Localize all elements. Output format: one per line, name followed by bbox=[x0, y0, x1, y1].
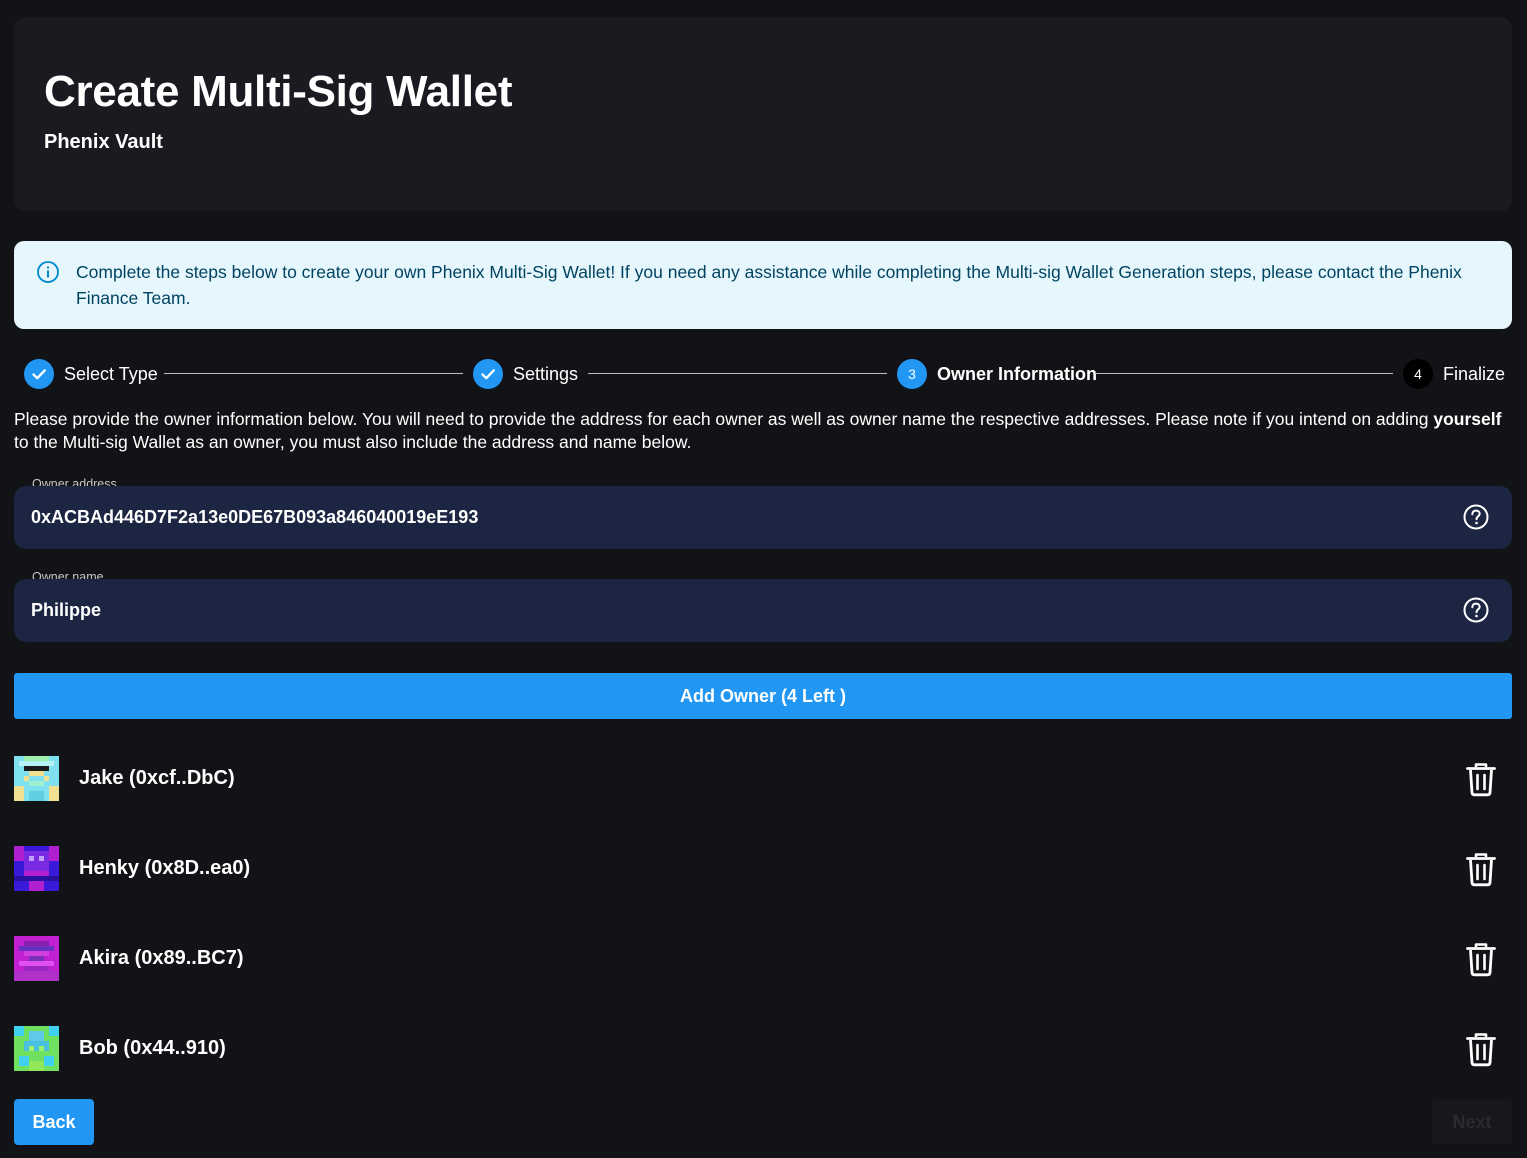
trash-icon[interactable] bbox=[1464, 851, 1498, 887]
owner-label: Jake (0xcf..DbC) bbox=[79, 767, 235, 789]
info-icon bbox=[37, 261, 59, 283]
trash-icon[interactable] bbox=[1464, 761, 1498, 797]
header-card: Create Multi-Sig Wallet Phenix Vault bbox=[14, 17, 1512, 211]
step-label: Owner Information bbox=[937, 363, 1098, 384]
avatar bbox=[14, 756, 59, 801]
instructions-text: Please provide the owner information bel… bbox=[14, 408, 1519, 454]
instructions-part: Please provide the owner information bel… bbox=[14, 409, 1434, 429]
next-button[interactable]: Next bbox=[1432, 1100, 1512, 1144]
page: Create Multi-Sig Wallet Phenix Vault Com… bbox=[0, 0, 1527, 1158]
add-owner-button[interactable]: Add Owner (4 Left ) bbox=[14, 673, 1512, 719]
trash-icon[interactable] bbox=[1464, 1031, 1498, 1067]
info-alert-text: Complete the steps below to create your … bbox=[76, 262, 1462, 308]
help-icon[interactable] bbox=[1462, 596, 1490, 624]
instructions-emphasis: yourself bbox=[1433, 409, 1502, 429]
page-subtitle: Phenix Vault bbox=[44, 131, 163, 153]
owner-label: Akira (0x89..BC7) bbox=[79, 947, 244, 969]
owner-list-item: Akira (0x89..BC7) bbox=[14, 936, 1512, 982]
step-connector bbox=[164, 373, 463, 374]
stepper: Select Type Settings 3 Owner Information… bbox=[14, 358, 1512, 390]
owner-list-item: Jake (0xcf..DbC) bbox=[14, 756, 1512, 802]
owner-name-input[interactable] bbox=[31, 579, 1451, 642]
step-owner-information: 3 Owner Information bbox=[897, 358, 1097, 390]
owner-address-input[interactable] bbox=[31, 486, 1451, 549]
step-finalize: 4 Finalize bbox=[1403, 358, 1505, 390]
back-button[interactable]: Back bbox=[14, 1099, 94, 1145]
step-label: Settings bbox=[513, 363, 579, 384]
owner-name-field bbox=[14, 579, 1512, 642]
owner-label: Henky (0x8D..ea0) bbox=[79, 857, 251, 879]
avatar bbox=[14, 846, 59, 891]
page-title: Create Multi-Sig Wallet bbox=[44, 67, 513, 116]
owner-label: Bob (0x44..910) bbox=[79, 1037, 226, 1059]
instructions-part: to the Multi-sig Wallet as an owner, you… bbox=[14, 432, 692, 452]
step-label: Finalize bbox=[1443, 363, 1506, 384]
trash-icon[interactable] bbox=[1464, 941, 1498, 977]
avatar bbox=[14, 936, 59, 981]
avatar bbox=[14, 1026, 59, 1071]
step-number-badge: 3 bbox=[897, 359, 927, 389]
help-icon[interactable] bbox=[1462, 503, 1490, 531]
check-icon bbox=[24, 359, 54, 389]
info-alert: Complete the steps below to create your … bbox=[14, 241, 1512, 329]
check-icon bbox=[473, 359, 503, 389]
step-number-badge: 4 bbox=[1403, 359, 1433, 389]
step-connector bbox=[1095, 373, 1393, 374]
owner-list-item: Henky (0x8D..ea0) bbox=[14, 846, 1512, 892]
step-connector bbox=[588, 373, 887, 374]
step-settings: Settings bbox=[473, 358, 578, 390]
owner-address-field bbox=[14, 486, 1512, 549]
owner-list-item: Bob (0x44..910) bbox=[14, 1026, 1512, 1072]
step-label: Select Type bbox=[64, 363, 158, 384]
step-select-type: Select Type bbox=[24, 358, 158, 390]
